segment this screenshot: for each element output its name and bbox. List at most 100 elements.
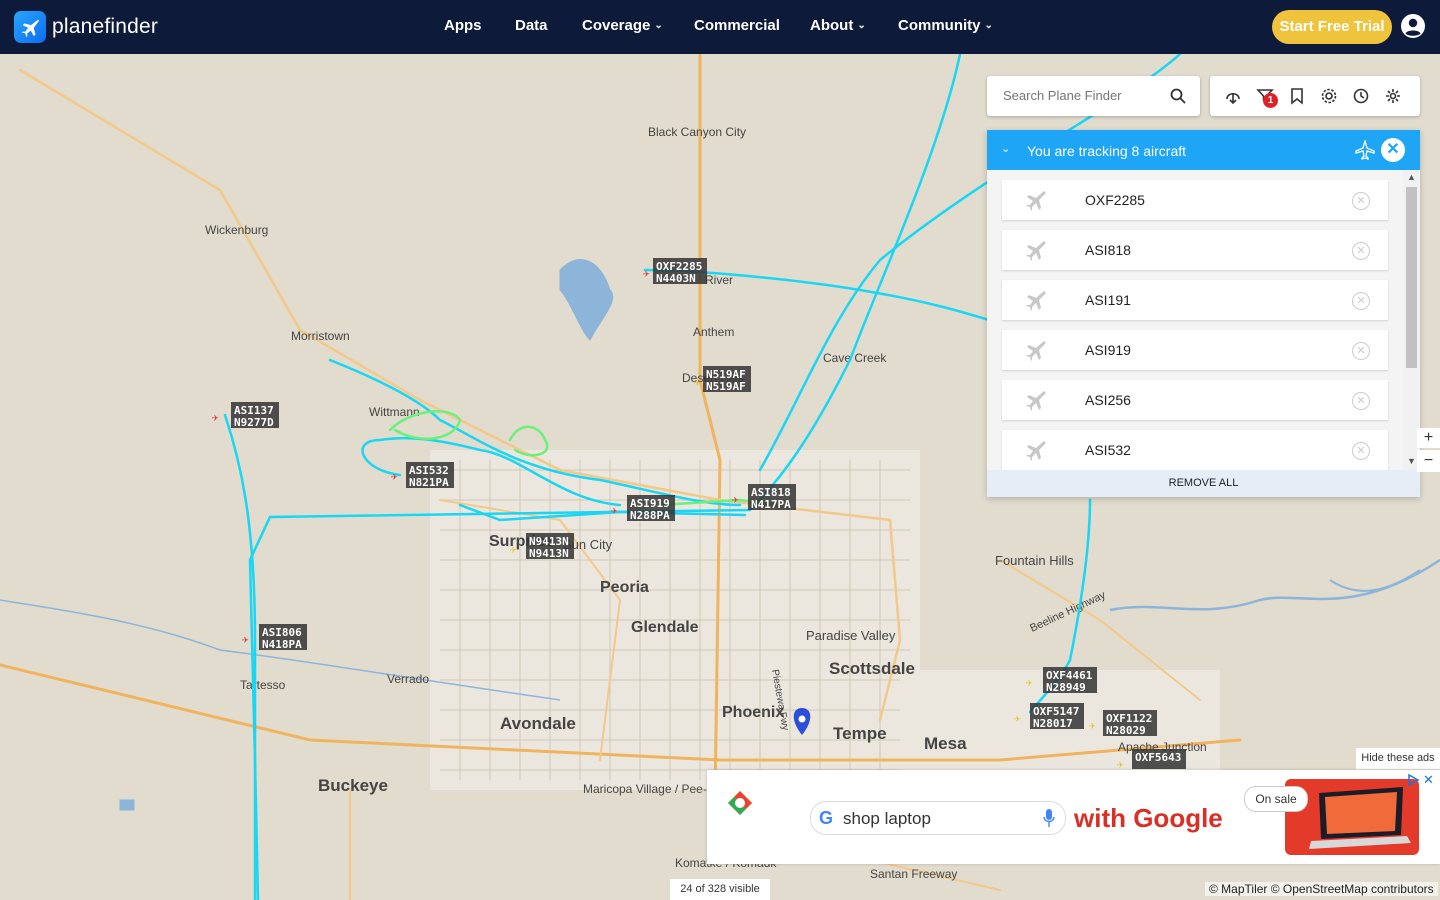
svg-text:N418PA: N418PA [262, 638, 302, 651]
map-attribution[interactable]: © MapTiler © OpenStreetMap contributors [1205, 882, 1438, 896]
plane-icon [1026, 291, 1046, 311]
svg-text:N9413N: N9413N [529, 547, 569, 560]
aircraft-icon: ✈ [510, 543, 517, 556]
ad-choices-icon[interactable] [1406, 773, 1420, 787]
aircraft-callsign: ASI532 [1085, 442, 1131, 458]
start-free-trial-button[interactable]: Start Free Trial [1272, 10, 1392, 44]
aircraft-icon: ✈ [242, 633, 249, 646]
remove-all-button[interactable]: REMOVE ALL [987, 470, 1420, 497]
svg-text:N288PA: N288PA [630, 509, 670, 522]
user-icon[interactable] [1401, 14, 1425, 38]
list-item[interactable]: ASI532 ✕ [1002, 430, 1388, 470]
city-label: Verrado [387, 672, 429, 686]
svg-text:N4403N: N4403N [656, 272, 696, 285]
search-input[interactable] [1001, 87, 1165, 104]
search-icon[interactable] [1170, 88, 1186, 104]
aircraft-icon: ✈ [694, 376, 701, 389]
scroll-thumb[interactable] [1406, 187, 1417, 368]
svg-text:N519AF: N519AF [706, 380, 746, 393]
svg-text:N28949: N28949 [1046, 681, 1086, 694]
aircraft-icon: ✈ [212, 411, 219, 424]
google-ad[interactable]: G shop laptop with Google On sale [707, 770, 1440, 864]
ad-search-pill[interactable]: G shop laptop [810, 801, 1066, 835]
scrollbar[interactable]: ▲ ▼ [1403, 170, 1420, 470]
gear-3d-icon[interactable] [1384, 87, 1402, 105]
close-panel-button[interactable]: ✕ [1381, 138, 1405, 162]
city-label: Cave Creek [823, 351, 887, 365]
svg-text:N28029: N28029 [1106, 724, 1146, 737]
city-label: Mesa [924, 734, 967, 753]
svg-text:N417PA: N417PA [751, 498, 791, 511]
hide-ads-link[interactable]: Hide these ads [1356, 748, 1440, 769]
ad-headline: with Google [1074, 803, 1223, 833]
zoom-out-button[interactable]: − [1417, 450, 1440, 472]
plane-icon [1026, 391, 1046, 411]
aircraft-icon: ✈ [732, 493, 739, 506]
aircraft-icon: ✈ [1026, 676, 1033, 689]
ad-close-icon[interactable]: ✕ [1423, 772, 1434, 788]
aircraft-icon: ✈ [611, 504, 618, 517]
city-label: Santan Freeway [870, 867, 957, 881]
nav-commercial[interactable]: Commercial [694, 17, 780, 34]
map-toolbar [1210, 76, 1420, 116]
list-item[interactable]: ASI256 ✕ [1002, 380, 1388, 420]
nav-community[interactable]: Community ⌄ [898, 17, 993, 34]
visible-count: 24 of 328 visible [670, 879, 770, 900]
scroll-up-icon[interactable]: ▲ [1406, 172, 1417, 182]
city-label: Tempe [833, 724, 887, 743]
city-label: Wickenburg [205, 223, 268, 237]
city-label: Scottsdale [829, 659, 915, 678]
list-item[interactable]: OXF2285 ✕ [1002, 180, 1388, 220]
aircraft-callsign: ASI256 [1085, 392, 1131, 408]
scroll-down-icon[interactable]: ▼ [1406, 456, 1417, 466]
remove-aircraft-icon[interactable]: ✕ [1352, 242, 1370, 260]
ad-query: shop laptop [843, 809, 931, 828]
city-label: Phoenix [722, 704, 784, 721]
remove-aircraft-icon[interactable]: ✕ [1352, 292, 1370, 310]
microphone-icon [1043, 809, 1055, 827]
list-item[interactable]: ASI818 ✕ [1002, 230, 1388, 270]
city-label: Peoria [600, 579, 649, 596]
aircraft-callsign: OXF2285 [1085, 192, 1145, 208]
plane-icon [1026, 441, 1046, 461]
plane-icon [1026, 241, 1046, 261]
remove-aircraft-icon[interactable]: ✕ [1352, 342, 1370, 360]
aircraft-icon: ✈ [1014, 712, 1021, 725]
city-label: Black Canyon City [648, 125, 746, 139]
list-item[interactable]: ASI191 ✕ [1002, 280, 1388, 320]
nav-coverage[interactable]: Coverage ⌄ [582, 17, 663, 34]
flight-path-icon[interactable] [1224, 87, 1242, 105]
tracked-aircraft-list: OXF2285 ✕ ASI818 ✕ ASI191 ✕ ASI919 ✕ ASI… [987, 170, 1420, 470]
remove-aircraft-icon[interactable]: ✕ [1352, 442, 1370, 460]
on-sale-badge: On sale [1244, 786, 1308, 812]
bookmark-icon[interactable] [1288, 87, 1306, 105]
list-item[interactable]: ASI919 ✕ [1002, 330, 1388, 370]
remove-aircraft-icon[interactable]: ✕ [1352, 192, 1370, 210]
settings-icon[interactable] [1320, 87, 1338, 105]
zoom-in-button[interactable]: + [1417, 428, 1440, 448]
chevron-down-icon: ⌄ [984, 20, 993, 31]
plane-icon [1355, 140, 1375, 160]
city-label: Anthem [693, 325, 734, 339]
aircraft-icon: ✈ [643, 267, 650, 280]
city-label: Paradise Valley [806, 628, 896, 643]
aircraft-icon: ✈ [1089, 719, 1096, 732]
nav-data[interactable]: Data [515, 17, 548, 34]
svg-text:N9277D: N9277D [234, 416, 274, 429]
svg-text:OXF5643: OXF5643 [1135, 751, 1181, 764]
city-label: Buckeye [318, 776, 388, 795]
remove-aircraft-icon[interactable]: ✕ [1352, 392, 1370, 410]
aircraft-callsign: ASI818 [1085, 242, 1131, 258]
google-g-icon: G [819, 808, 834, 828]
aircraft-callsign: ASI191 [1085, 292, 1131, 308]
chevron-down-icon: ⌄ [654, 20, 663, 31]
tracking-panel-header[interactable]: ⌄ You are tracking 8 aircraft ✕ [987, 130, 1420, 170]
nav-apps[interactable]: Apps [444, 17, 482, 34]
city-label: Glendale [631, 619, 699, 636]
nav-about[interactable]: About ⌄ [810, 17, 866, 34]
history-icon[interactable] [1352, 87, 1370, 105]
search-box [987, 76, 1200, 116]
plane-icon [1026, 191, 1046, 211]
chevron-down-icon[interactable]: ⌄ [1001, 142, 1010, 155]
top-nav-bar: planefinder Apps Data Coverage ⌄ Commerci… [0, 0, 1440, 54]
